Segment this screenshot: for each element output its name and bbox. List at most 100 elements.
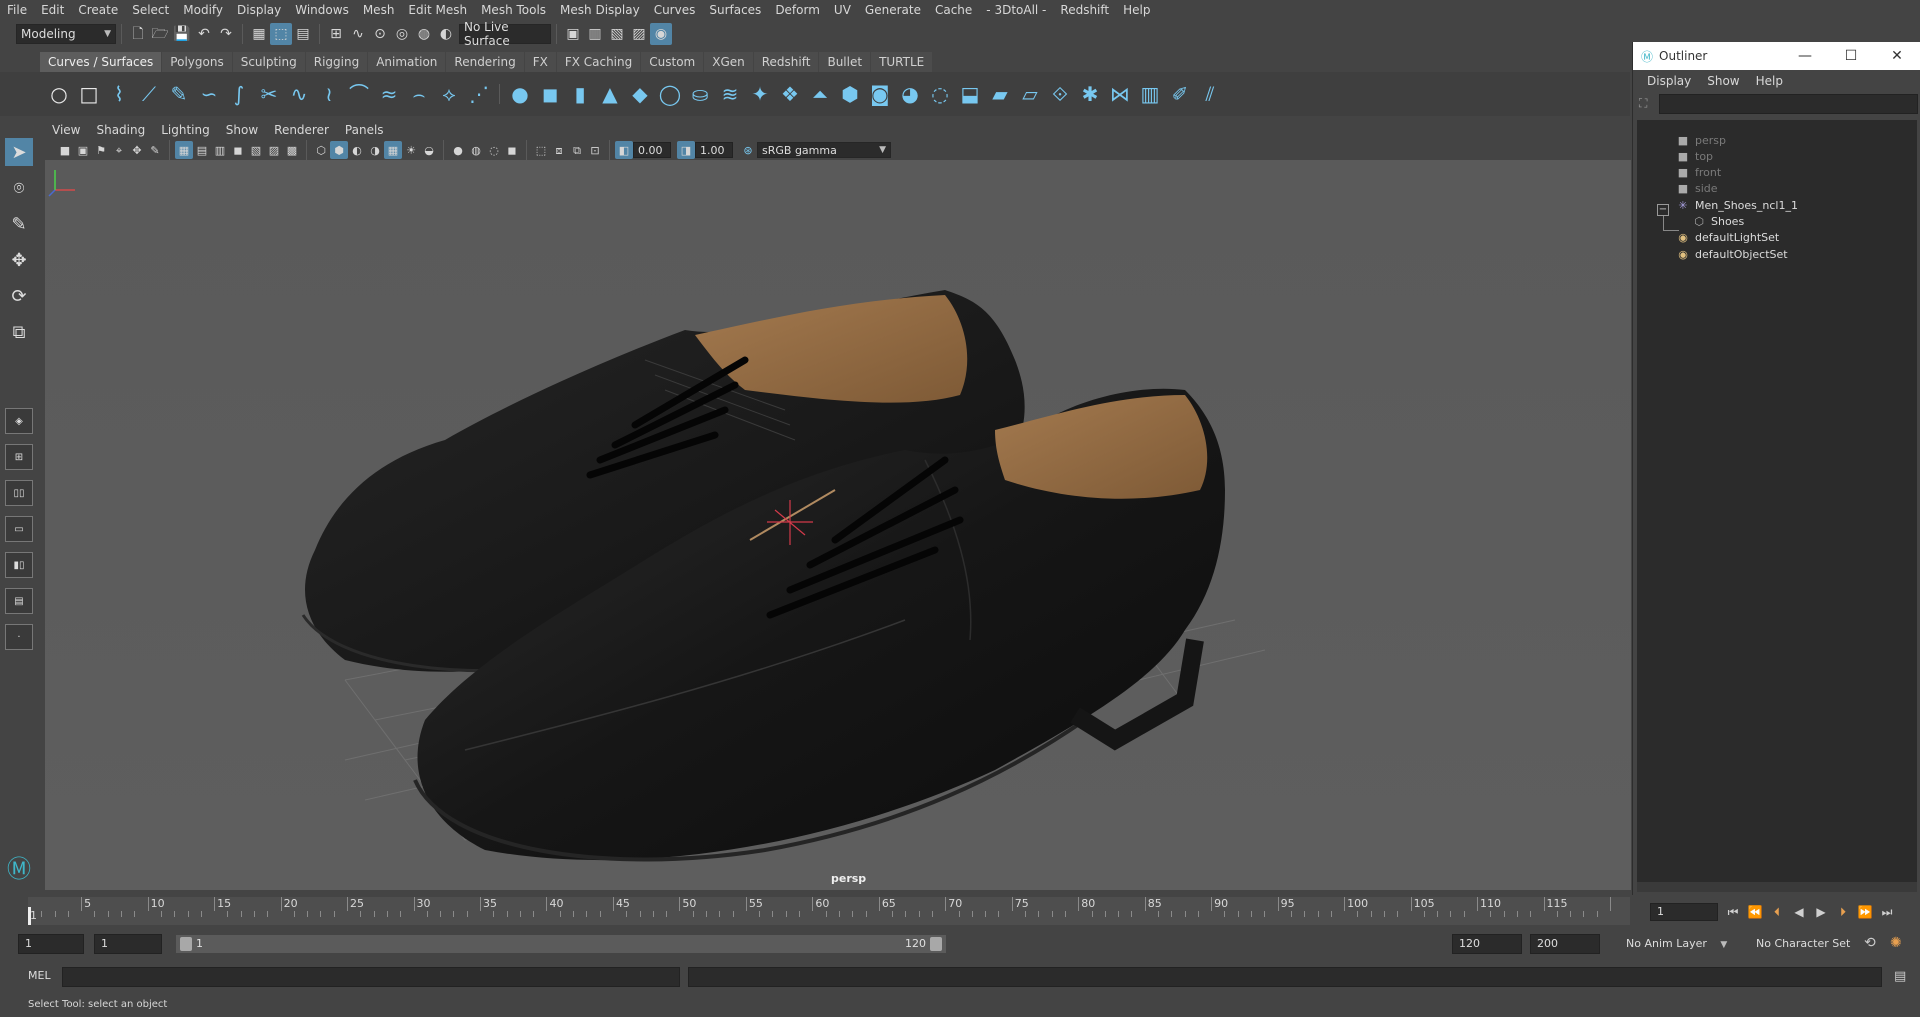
open-scene-icon[interactable]: 🗁 <box>149 23 171 45</box>
minimize-icon[interactable]: — <box>1782 48 1828 64</box>
step-back-key-icon[interactable]: ⏴ <box>1766 901 1788 923</box>
cut-curve-icon[interactable]: ✂ <box>254 79 284 109</box>
exposure-field[interactable]: 0.00 <box>633 142 671 158</box>
gamma-icon[interactable]: ◨ <box>677 141 695 159</box>
character-set-selector[interactable]: No Character Set <box>1750 934 1870 954</box>
playback-start-field[interactable]: 1 <box>94 934 162 954</box>
bevel-icon[interactable]: ◕ <box>895 79 925 109</box>
menu-edit[interactable]: Edit <box>34 0 71 20</box>
select-object-icon[interactable]: ⬚ <box>270 23 292 45</box>
side-by-side-layout-icon[interactable]: ▯▯ <box>5 480 33 506</box>
menu-mesh[interactable]: Mesh <box>356 0 402 20</box>
nurbs-cylinder-icon[interactable]: ▮ <box>565 79 595 109</box>
bookmark-icon[interactable]: ⚑ <box>92 141 110 159</box>
menu-edit-mesh[interactable]: Edit Mesh <box>401 0 474 20</box>
resolution-gate-icon[interactable]: ▥ <box>211 141 229 159</box>
outliner-persp-layout-icon[interactable]: ▤ <box>5 588 33 614</box>
persp-outliner-layout-icon[interactable]: ▮▯ <box>5 552 33 578</box>
save-scene-icon[interactable]: 💾 <box>171 23 193 45</box>
outliner-scrollbar[interactable] <box>1637 882 1917 892</box>
shadows-icon[interactable]: ◒ <box>420 141 438 159</box>
2d-pan-zoom-icon[interactable]: ✥ <box>128 141 146 159</box>
pencil-curve-icon[interactable]: ✎ <box>164 79 194 109</box>
render-settings-icon[interactable]: ▣ <box>562 23 584 45</box>
outliner-search-input[interactable] <box>1659 94 1918 114</box>
mode-selector[interactable]: Modeling ▼ <box>16 24 116 44</box>
textured-icon[interactable]: ▦ <box>384 141 402 159</box>
outliner-menu-show[interactable]: Show <box>1699 74 1747 88</box>
command-language-label[interactable]: MEL <box>28 969 51 982</box>
ep-curve-icon[interactable]: ⟋ <box>134 79 164 109</box>
menu-curves[interactable]: Curves <box>647 0 703 20</box>
shelf-tab-custom[interactable]: Custom <box>641 52 704 72</box>
menu-3dtoall[interactable]: - 3DtoAll - <box>979 0 1053 20</box>
four-view-layout-icon[interactable]: ⊞ <box>5 444 33 470</box>
select-camera-icon[interactable]: ■ <box>56 141 74 159</box>
outliner-item-defaultobjectset[interactable]: ◉ defaultObjectSet <box>1675 244 1787 264</box>
menu-display[interactable]: Display <box>230 0 288 20</box>
custom-layout-icon[interactable]: · <box>5 624 33 650</box>
persp-graph-layout-icon[interactable]: ▭ <box>5 516 33 542</box>
open-close-icon[interactable]: ▥ <box>1135 79 1165 109</box>
select-component-icon[interactable]: ▤ <box>292 23 314 45</box>
shelf-tab-polygons[interactable]: Polygons <box>162 52 232 72</box>
grease-pencil-icon[interactable]: ✎ <box>146 141 164 159</box>
menu-file[interactable]: File <box>0 0 34 20</box>
bezier-curve-icon[interactable]: ∽ <box>194 79 224 109</box>
menu-cache[interactable]: Cache <box>928 0 979 20</box>
viewport-3d[interactable]: persp <box>45 160 1631 890</box>
time-slider-track[interactable]: 1 5 10 15 20 25 30 35 40 45 50 55 60 65 70 75 80 85 90 95 1… <box>28 897 1630 925</box>
cv-curve-icon[interactable]: ⌇ <box>104 79 134 109</box>
use-all-lights-icon[interactable]: ☀ <box>402 141 420 159</box>
panel-menu-panels[interactable]: Panels <box>337 123 392 137</box>
nurbs-circle-icon[interactable]: ○ <box>44 79 74 109</box>
range-end-handle[interactable] <box>930 937 942 951</box>
menu-surfaces[interactable]: Surfaces <box>702 0 768 20</box>
menu-mesh-tools[interactable]: Mesh Tools <box>474 0 553 20</box>
play-forwards-icon[interactable]: ▶ <box>1810 901 1832 923</box>
camera-attributes-icon[interactable]: ▣ <box>74 141 92 159</box>
shelf-tab-rendering[interactable]: Rendering <box>446 52 524 72</box>
xray-active-icon[interactable]: ⧉ <box>568 141 586 159</box>
start-time-field[interactable]: 1 <box>18 934 84 954</box>
ipr-render-icon[interactable]: ▧ <box>606 23 628 45</box>
menu-modify[interactable]: Modify <box>176 0 230 20</box>
scale-tool-icon[interactable]: ⧉ <box>5 318 33 346</box>
undo-icon[interactable]: ↶ <box>193 23 215 45</box>
new-scene-icon[interactable]: 🗋 <box>127 23 149 45</box>
outliner-menu-display[interactable]: Display <box>1639 74 1699 88</box>
step-back-icon[interactable]: ⏪ <box>1744 901 1766 923</box>
shelf-tab-turtle[interactable]: TURTLE <box>871 52 933 72</box>
live-surface-field[interactable]: No Live Surface <box>459 20 551 48</box>
nurbs-torus-icon[interactable]: ◯ <box>655 79 685 109</box>
shelf-tab-xgen[interactable]: XGen <box>704 52 753 72</box>
multisample-aa-icon[interactable]: ◌ <box>485 141 503 159</box>
attach-surface-icon[interactable]: ⟐ <box>1045 79 1075 109</box>
extend-curve-icon[interactable]: ⟡ <box>434 79 464 109</box>
untrim-icon[interactable]: ▱ <box>1015 79 1045 109</box>
paint-select-tool-icon[interactable]: ✎ <box>5 210 33 238</box>
align-surface-icon[interactable]: ⋈ <box>1105 79 1135 109</box>
trim-tool-icon[interactable]: ▰ <box>985 79 1015 109</box>
insert-knot-icon[interactable]: ⋰ <box>464 79 494 109</box>
shelf-tab-fx[interactable]: FX <box>524 52 556 72</box>
auto-key-icon[interactable]: ⟲ <box>1864 935 1876 951</box>
menu-mesh-display[interactable]: Mesh Display <box>553 0 647 20</box>
snap-surface-icon[interactable]: ◍ <box>413 23 435 45</box>
step-forward-icon[interactable]: ⏩ <box>1854 901 1876 923</box>
snap-curve-icon[interactable]: ∿ <box>347 23 369 45</box>
menu-redshift[interactable]: Redshift <box>1053 0 1116 20</box>
gate-mask-icon[interactable]: ◼ <box>229 141 247 159</box>
depth-of-field-icon[interactable]: ◼ <box>503 141 521 159</box>
nurbs-cone-icon[interactable]: ▲ <box>595 79 625 109</box>
nurbs-sphere-icon[interactable]: ● <box>505 79 535 109</box>
sculpt-geometry-icon[interactable]: ✐ <box>1165 79 1195 109</box>
fillet-curve-icon[interactable]: ⌢ <box>404 79 434 109</box>
step-forward-key-icon[interactable]: ⏵ <box>1832 901 1854 923</box>
detach-surface-icon[interactable]: ✱ <box>1075 79 1105 109</box>
command-input[interactable] <box>62 967 680 987</box>
filter-icon[interactable]: ⛶ <box>1639 96 1647 111</box>
surface-editing-icon[interactable]: ⫽ <box>1195 79 1225 109</box>
xray-joints-icon[interactable]: ⊡ <box>586 141 604 159</box>
nurbs-plane-icon[interactable]: ◆ <box>625 79 655 109</box>
